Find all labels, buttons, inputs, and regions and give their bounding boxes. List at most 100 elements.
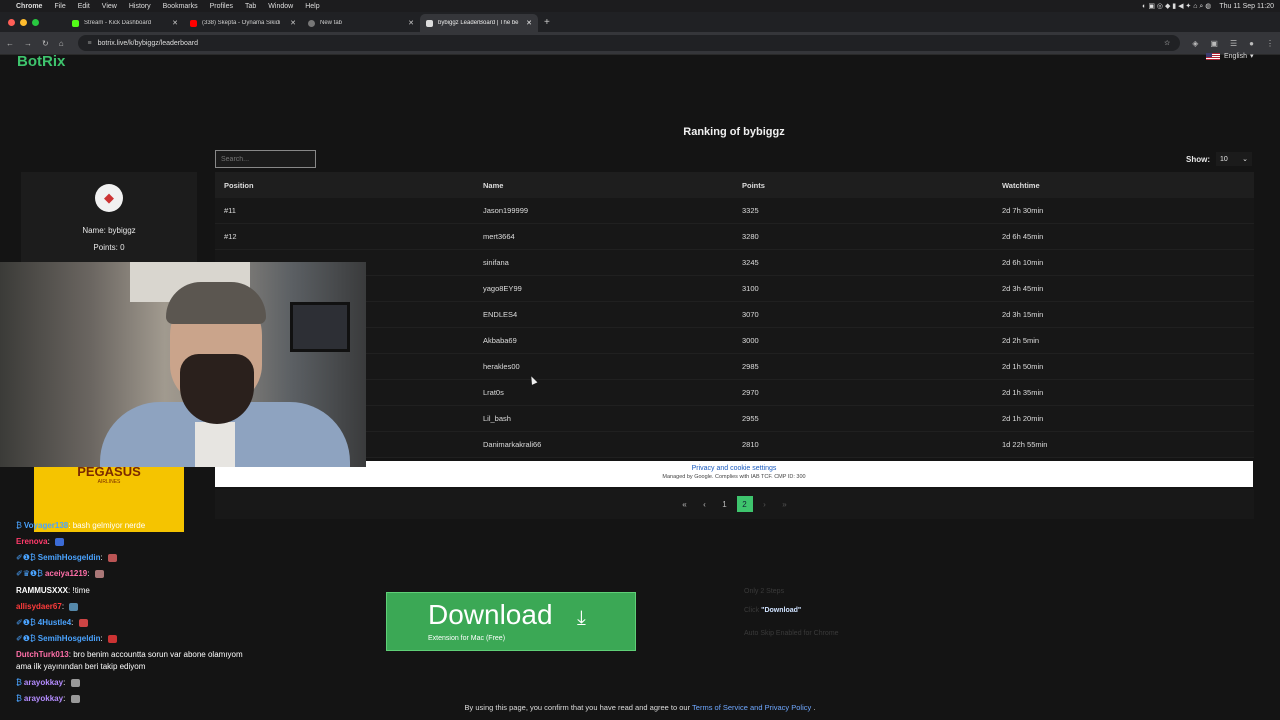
menu-tab[interactable]: Tab <box>245 3 256 10</box>
download-extension-banner[interactable]: Download ⤓ Extension for Mac (Free) <box>386 592 636 651</box>
chat-user: arayokkay <box>23 694 64 703</box>
table-row: Akbaba69 3000 2d 2h 5min <box>215 328 1254 354</box>
reload-icon[interactable]: ↻ <box>42 39 49 48</box>
chat-message: ✐❶₿ SemihHosgeldin: <box>16 553 117 562</box>
page-size-value: 10 <box>1220 155 1228 163</box>
row-name: Lil_bash <box>483 414 511 423</box>
close-tab-icon[interactable]: ✕ <box>290 19 296 27</box>
window-controls <box>8 18 44 26</box>
table-row: Lil_bash 2955 2d 1h 20min <box>215 406 1254 432</box>
tab-youtube[interactable]: (338) Skepta - Oynama Sikidi ✕ <box>184 14 302 32</box>
column-position[interactable]: Position <box>215 181 483 190</box>
badge-icon: ✐❶₿ <box>16 553 36 562</box>
emote-icon <box>69 602 79 611</box>
first-page-icon[interactable]: « <box>677 496 693 512</box>
minimize-window-button[interactable] <box>20 18 27 26</box>
table-row: herakles00 2985 2d 1h 50min <box>215 354 1254 380</box>
next-page-icon: › <box>763 499 766 509</box>
close-window-button[interactable] <box>8 18 15 26</box>
menubar-clock[interactable]: Thu 11 Sep 11:20 <box>1219 3 1274 10</box>
table-header: Position Name Points Watchtime <box>215 172 1254 198</box>
column-points[interactable]: Points <box>742 181 1002 190</box>
kick-favicon-icon <box>72 19 79 27</box>
menu-profiles[interactable]: Profiles <box>210 3 233 10</box>
cookie-note: Managed by Google. Complies with IAB TCF… <box>662 474 806 480</box>
shield-icon[interactable]: ◈ <box>1192 39 1198 48</box>
emote-icon <box>78 618 88 627</box>
column-watchtime[interactable]: Watchtime <box>1002 181 1254 190</box>
table-row: #11 Jason199999 3325 2d 7h 30min <box>215 198 1254 224</box>
home-icon[interactable]: ⌂ <box>59 39 64 48</box>
profile-icon[interactable]: ● <box>1249 39 1254 48</box>
search-input[interactable] <box>215 150 316 168</box>
menu-view[interactable]: View <box>102 3 117 10</box>
menu-edit[interactable]: Edit <box>78 3 90 10</box>
page-title: Ranking of bybiggz <box>683 126 785 138</box>
site-info-icon[interactable]: ≡ <box>88 40 92 47</box>
language-selector[interactable]: English ▾ <box>1206 52 1253 60</box>
emote-icon <box>70 694 80 703</box>
page-size-control: Show: 10 ⌄ <box>1186 152 1252 166</box>
row-points: 3280 <box>742 232 759 241</box>
chat-user: Erenova <box>16 537 48 546</box>
tab-new[interactable]: New tab ✕ <box>302 14 420 32</box>
row-name: Lrat0s <box>483 388 504 397</box>
back-arrow-icon[interactable]: ← <box>6 39 14 48</box>
download-sub: Extension for Mac (Free) <box>428 635 506 642</box>
row-watchtime: 2d 2h 5min <box>1002 336 1040 345</box>
new-tab-plus-icon[interactable]: + <box>544 17 550 28</box>
badge-icon: ₿ <box>16 678 22 687</box>
extensions-icon[interactable]: ▣ <box>1210 39 1218 48</box>
menu-help[interactable]: Help <box>305 3 319 10</box>
zoom-window-button[interactable] <box>32 18 39 26</box>
page-size-select[interactable]: 10 ⌄ <box>1216 152 1252 166</box>
prev-page-icon[interactable]: ‹ <box>697 496 713 512</box>
emote-icon <box>107 553 117 562</box>
column-name[interactable]: Name <box>483 181 742 190</box>
table-row: ENDLES4 3070 2d 3h 15min <box>215 302 1254 328</box>
emote-icon <box>94 569 104 578</box>
row-name: Jason199999 <box>483 206 529 215</box>
menu-file[interactable]: File <box>54 3 65 10</box>
profile-name: Name: bybiggz <box>82 226 136 235</box>
bookmark-star-icon[interactable]: ☆ <box>1164 39 1170 47</box>
ad-steps: Only 2 Steps Click "Download" Auto Skip … <box>744 588 839 637</box>
menu-bookmarks[interactable]: Bookmarks <box>163 3 198 10</box>
botrix-logo[interactable]: BotRix <box>17 53 65 70</box>
close-tab-icon[interactable]: ✕ <box>526 19 532 27</box>
step1-download-link[interactable]: "Download" <box>761 607 801 614</box>
macos-menubar: Chrome File Edit View History Bookmarks … <box>0 0 1280 12</box>
row-name: sinifana <box>483 258 509 267</box>
close-tab-icon[interactable]: ✕ <box>172 19 178 27</box>
menu-app-name[interactable]: Chrome <box>16 3 42 10</box>
privacy-cookie-settings-link[interactable]: Privacy and cookie settings <box>215 465 1253 472</box>
tab-kick-dashboard[interactable]: Stream - Kick Dashboard ✕ <box>66 14 184 32</box>
address-bar[interactable]: ≡ botrix.live/k/bybiggz/leaderboard ☆ <box>77 35 1181 51</box>
cam-tv <box>290 302 350 352</box>
menu-window[interactable]: Window <box>268 3 293 10</box>
chat-message: RAMMUSXXX: !time <box>16 586 90 595</box>
page-2-button[interactable]: 2 <box>736 496 753 512</box>
forward-arrow-icon[interactable]: → <box>24 39 32 48</box>
menubar-status: ◐ ▣ ◎ ◆ ▮ ◀ ✦ ⌂ ⌕ ◍ Thu 11 Sep 11:20 <box>1134 2 1274 11</box>
row-points: 3070 <box>742 310 759 319</box>
youtube-favicon-icon <box>190 19 197 27</box>
address-url[interactable]: botrix.live/k/bybiggz/leaderboard <box>98 40 198 47</box>
row-points: 2955 <box>742 414 759 423</box>
row-name: Akbaba69 <box>483 336 517 345</box>
cam-beanie <box>166 282 266 324</box>
menu-history[interactable]: History <box>129 3 151 10</box>
page-1-button[interactable]: 1 <box>717 496 733 512</box>
sidebar-icon[interactable]: ☰ <box>1230 39 1237 48</box>
row-points: 2810 <box>742 440 759 449</box>
close-tab-icon[interactable]: ✕ <box>408 19 414 27</box>
botrix-favicon-icon <box>426 19 433 27</box>
row-points: 2985 <box>742 362 759 371</box>
tab-leaderboard[interactable]: bybiggz LeaderBoard | The be ✕ <box>420 14 538 32</box>
chat-user: DutchTurk013 <box>16 650 69 659</box>
terms-link[interactable]: Terms of Service and Privacy Policy <box>692 703 811 712</box>
chat-user: RAMMUSXXX <box>16 586 69 595</box>
status-icons[interactable]: ◐ ▣ ◎ ◆ ▮ ◀ ✦ ⌂ ⌕ ◍ <box>1142 2 1211 11</box>
row-watchtime: 2d 3h 15min <box>1002 310 1044 319</box>
more-menu-icon[interactable]: ⋮ <box>1266 39 1274 48</box>
